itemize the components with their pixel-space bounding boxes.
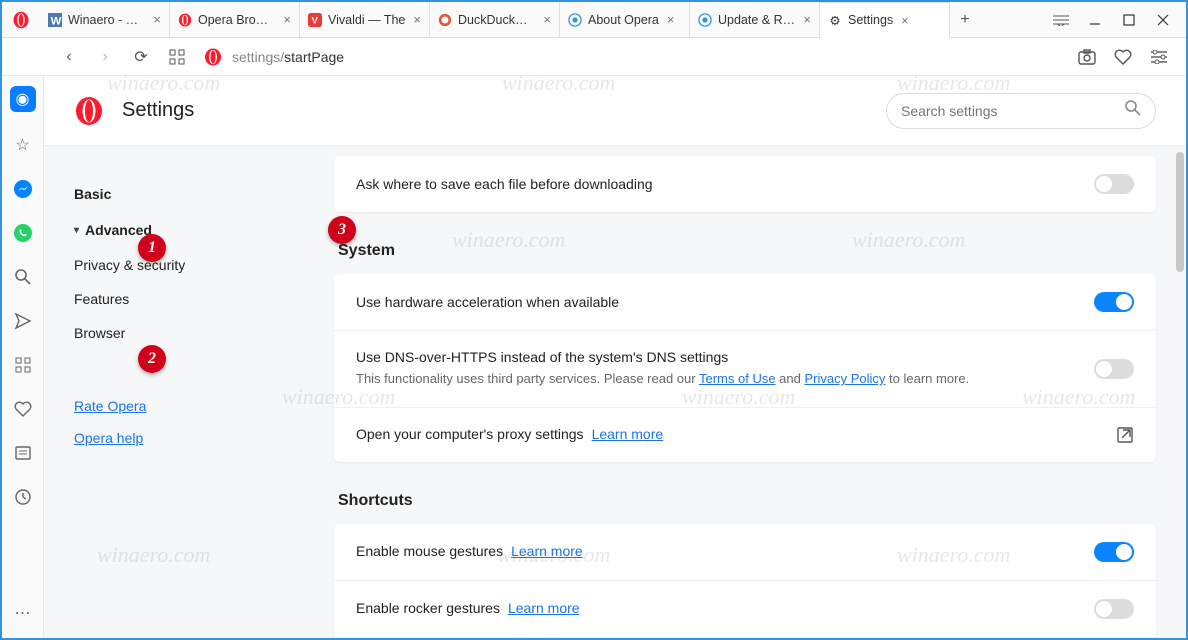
setting-row-mouse-gestures: Enable mouse gesturesLearn more — [334, 524, 1156, 580]
new-tab-button[interactable]: + — [950, 2, 980, 37]
link-opera-help[interactable]: Opera help — [74, 422, 274, 454]
search-icon — [1125, 100, 1141, 121]
toggle-rocker-gestures[interactable] — [1094, 599, 1134, 619]
sidebar-item-privacy[interactable]: Privacy & security — [74, 248, 274, 282]
link-privacy[interactable]: Privacy Policy — [804, 371, 885, 386]
page-title: Settings — [122, 99, 194, 122]
history-icon[interactable] — [12, 486, 34, 508]
vivaldi-favicon: V — [308, 13, 322, 27]
close-icon[interactable]: × — [543, 12, 551, 27]
news-icon[interactable] — [12, 442, 34, 464]
setting-row-dns: Use DNS-over-HTTPS instead of the system… — [334, 330, 1156, 407]
search-input[interactable] — [901, 103, 1117, 119]
bookmark-star-icon[interactable]: ☆ — [12, 134, 34, 156]
external-link-icon — [1116, 426, 1134, 444]
close-icon[interactable]: × — [153, 12, 161, 27]
browser-sidebar: ◉ ☆ ⋯ — [2, 76, 44, 638]
workspaces-icon[interactable] — [1044, 2, 1078, 38]
setting-row-proxy[interactable]: Open your computer's proxy settingsLearn… — [334, 407, 1156, 462]
more-icon[interactable]: ⋯ — [12, 602, 34, 624]
sidebar-item-advanced[interactable]: ▾ Advanced — [74, 212, 274, 248]
maximize-button[interactable] — [1112, 2, 1146, 38]
snapshot-icon[interactable] — [1074, 44, 1100, 70]
link-rate-opera[interactable]: Rate Opera — [74, 390, 274, 422]
search-icon[interactable] — [12, 266, 34, 288]
tab-settings[interactable]: ⚙ Settings × — [820, 2, 950, 38]
forward-button[interactable]: › — [90, 42, 120, 72]
settings-header: Settings — [44, 76, 1186, 146]
opera-favicon — [178, 13, 192, 27]
opera-page-icon — [204, 48, 222, 66]
close-icon[interactable]: × — [901, 13, 909, 28]
link-learn-more-rocker[interactable]: Learn more — [508, 600, 580, 616]
section-shortcuts: Shortcuts — [338, 492, 1156, 510]
tab-winaero[interactable]: W Winaero - Free × — [40, 2, 170, 37]
close-icon[interactable]: × — [283, 12, 291, 27]
setting-row-hw-accel: Use hardware acceleration when available — [334, 274, 1156, 330]
opera-menu-icon[interactable] — [2, 11, 40, 29]
caret-down-icon: ▾ — [74, 225, 79, 236]
sidebar-item-features[interactable]: Features — [74, 282, 274, 316]
setting-row-ask-save: Ask where to save each file before downl… — [334, 156, 1156, 212]
section-system: System — [338, 242, 1156, 260]
window-controls — [1044, 2, 1186, 38]
opera-logo-icon — [74, 96, 104, 126]
gear-icon: ⚙ — [828, 13, 842, 27]
toggle-dns[interactable] — [1094, 359, 1134, 379]
dns-description: This functionality uses third party serv… — [356, 369, 1074, 389]
messenger-icon[interactable] — [12, 178, 34, 200]
titlebar: W Winaero - Free × Opera Browser × V Viv… — [2, 2, 1186, 38]
settings-main: Ask where to save each file before downl… — [274, 146, 1186, 638]
heart-icon[interactable] — [1110, 44, 1136, 70]
url-text: settings/startPage — [232, 49, 344, 65]
easy-setup-icon[interactable] — [1146, 44, 1172, 70]
opera-favicon — [568, 13, 582, 27]
tab-opera-browser[interactable]: Opera Browser × — [170, 2, 300, 37]
annotation-3: 3 — [328, 216, 356, 244]
annotation-1: 1 — [138, 234, 166, 262]
home-icon[interactable]: ◉ — [10, 86, 36, 112]
tab-about-opera[interactable]: About Opera × — [560, 2, 690, 37]
speed-dial-icon[interactable] — [162, 42, 192, 72]
minimize-button[interactable] — [1078, 2, 1112, 38]
link-learn-more-mouse[interactable]: Learn more — [511, 543, 583, 559]
tab-vivaldi[interactable]: V Vivaldi — The × — [300, 2, 430, 37]
page-content: Settings Basic ▾ Advanced Privacy & secu… — [44, 76, 1186, 638]
sidebar-item-basic[interactable]: Basic — [74, 176, 274, 212]
back-button[interactable]: ‹ — [54, 42, 84, 72]
link-terms[interactable]: Terms of Use — [699, 371, 776, 386]
close-icon[interactable]: × — [803, 12, 811, 27]
toolbar: ‹ › ⟳ settings/startPage — [2, 38, 1186, 76]
svg-text:V: V — [312, 15, 319, 26]
scrollbar-thumb[interactable] — [1176, 152, 1184, 272]
close-icon[interactable]: × — [413, 12, 421, 27]
tab-update[interactable]: Update & Rec × — [690, 2, 820, 37]
toggle-hw-accel[interactable] — [1094, 292, 1134, 312]
whatsapp-icon[interactable] — [12, 222, 34, 244]
tab-duckduckgo[interactable]: DuckDuckGo - × — [430, 2, 560, 37]
settings-sidebar: Basic ▾ Advanced Privacy & security Feat… — [44, 146, 274, 638]
link-learn-more-proxy[interactable]: Learn more — [592, 426, 664, 442]
annotation-2: 2 — [138, 345, 166, 373]
speed-dial-icon[interactable] — [12, 354, 34, 376]
toggle-ask-save[interactable] — [1094, 174, 1134, 194]
send-icon[interactable] — [12, 310, 34, 332]
ddg-favicon — [438, 13, 452, 27]
opera-favicon — [698, 13, 712, 27]
close-window-button[interactable] — [1146, 2, 1180, 38]
sidebar-item-browser[interactable]: Browser — [74, 316, 274, 350]
address-bar[interactable]: settings/startPage — [198, 48, 1068, 66]
close-icon[interactable]: × — [667, 12, 675, 27]
heart-outline-icon[interactable] — [12, 398, 34, 420]
reload-button[interactable]: ⟳ — [126, 42, 156, 72]
tab-strip: W Winaero - Free × Opera Browser × V Viv… — [40, 2, 1044, 37]
toggle-mouse-gestures[interactable] — [1094, 542, 1134, 562]
winaero-favicon: W — [48, 13, 62, 27]
svg-text:W: W — [51, 15, 62, 27]
setting-row-kbd-shortcuts: Enable advanced keyboard shortcutsLearn … — [334, 637, 1156, 639]
setting-row-rocker-gestures: Enable rocker gesturesLearn more — [334, 580, 1156, 637]
search-settings-box[interactable] — [886, 93, 1156, 129]
